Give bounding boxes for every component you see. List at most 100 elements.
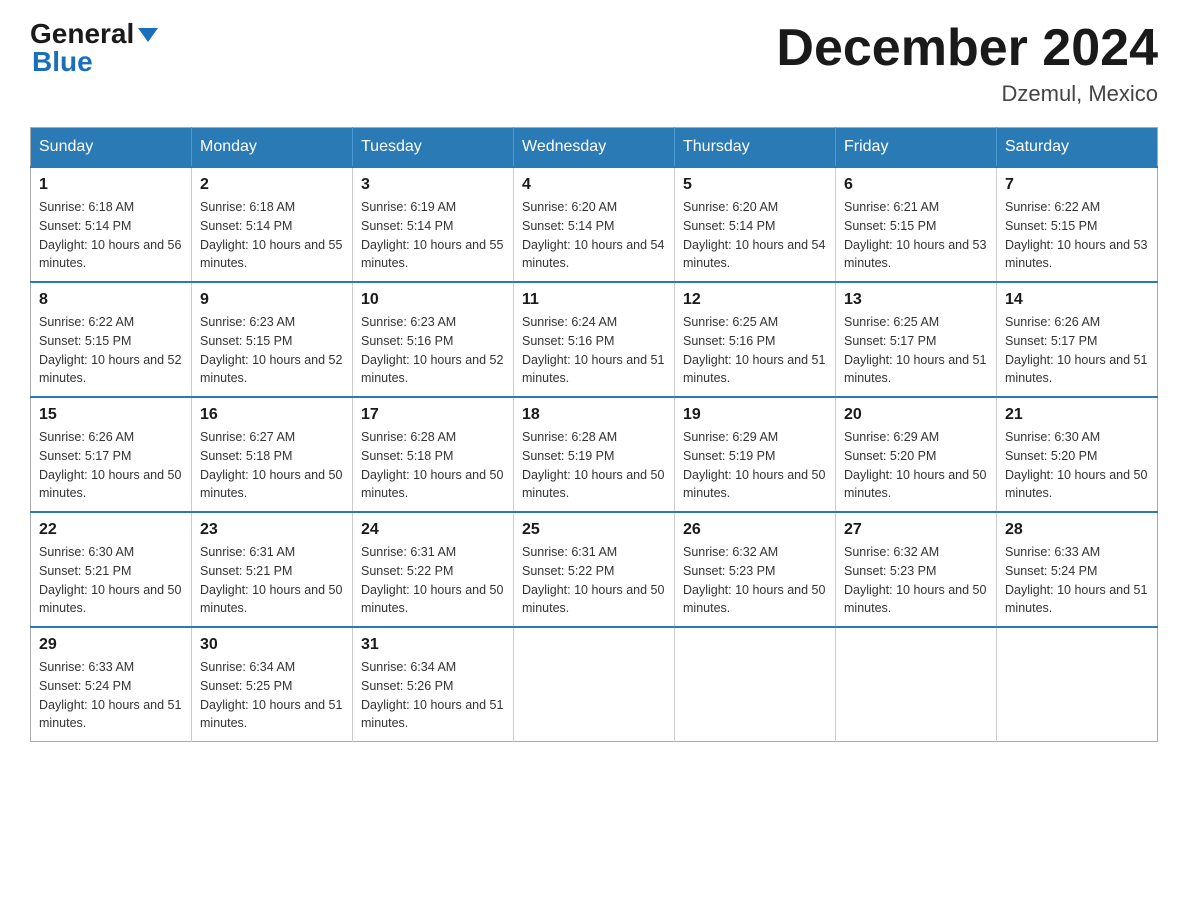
day-number: 17 xyxy=(361,406,505,424)
day-info: Sunrise: 6:22 AMSunset: 5:15 PMDaylight:… xyxy=(1005,198,1149,273)
calendar-subtitle: Dzemul, Mexico xyxy=(776,81,1158,107)
day-number: 10 xyxy=(361,291,505,309)
day-info: Sunrise: 6:24 AMSunset: 5:16 PMDaylight:… xyxy=(522,313,666,388)
day-info: Sunrise: 6:31 AMSunset: 5:22 PMDaylight:… xyxy=(361,543,505,618)
day-info: Sunrise: 6:18 AMSunset: 5:14 PMDaylight:… xyxy=(200,198,344,273)
day-number: 6 xyxy=(844,176,988,194)
calendar-week-row: 15 Sunrise: 6:26 AMSunset: 5:17 PMDayligh… xyxy=(31,397,1158,512)
day-number: 11 xyxy=(522,291,666,309)
calendar-cell: 28 Sunrise: 6:33 AMSunset: 5:24 PMDayligh… xyxy=(997,512,1158,627)
day-info: Sunrise: 6:29 AMSunset: 5:20 PMDaylight:… xyxy=(844,428,988,503)
day-number: 27 xyxy=(844,521,988,539)
day-number: 31 xyxy=(361,636,505,654)
day-number: 22 xyxy=(39,521,183,539)
day-info: Sunrise: 6:21 AMSunset: 5:15 PMDaylight:… xyxy=(844,198,988,273)
calendar-cell: 20 Sunrise: 6:29 AMSunset: 5:20 PMDayligh… xyxy=(836,397,997,512)
day-info: Sunrise: 6:26 AMSunset: 5:17 PMDaylight:… xyxy=(1005,313,1149,388)
day-number: 24 xyxy=(361,521,505,539)
calendar-cell: 19Sunrise: 6:29 AMSunset: 5:19 PMDayligh… xyxy=(675,397,836,512)
calendar-cell: 8Sunrise: 6:22 AMSunset: 5:15 PMDaylight… xyxy=(31,282,192,397)
day-info: Sunrise: 6:30 AMSunset: 5:20 PMDaylight:… xyxy=(1005,428,1149,503)
calendar-cell: 10 Sunrise: 6:23 AMSunset: 5:16 PMDayligh… xyxy=(353,282,514,397)
calendar-cell: 1Sunrise: 6:18 AMSunset: 5:14 PMDaylight… xyxy=(31,167,192,282)
day-info: Sunrise: 6:27 AMSunset: 5:18 PMDaylight:… xyxy=(200,428,344,503)
weekday-header-thursday: Thursday xyxy=(675,128,836,168)
calendar-cell: 5 Sunrise: 6:20 AMSunset: 5:14 PMDaylight… xyxy=(675,167,836,282)
calendar-cell: 15 Sunrise: 6:26 AMSunset: 5:17 PMDayligh… xyxy=(31,397,192,512)
calendar-cell: 27 Sunrise: 6:32 AMSunset: 5:23 PMDayligh… xyxy=(836,512,997,627)
calendar-cell: 3Sunrise: 6:19 AMSunset: 5:14 PMDaylight… xyxy=(353,167,514,282)
weekday-header-saturday: Saturday xyxy=(997,128,1158,168)
day-info: Sunrise: 6:30 AMSunset: 5:21 PMDaylight:… xyxy=(39,543,183,618)
calendar-week-row: 29 Sunrise: 6:33 AMSunset: 5:24 PMDayligh… xyxy=(31,627,1158,742)
day-info: Sunrise: 6:20 AMSunset: 5:14 PMDaylight:… xyxy=(522,198,666,273)
day-number: 29 xyxy=(39,636,183,654)
day-info: Sunrise: 6:19 AMSunset: 5:14 PMDaylight:… xyxy=(361,198,505,273)
day-number: 8 xyxy=(39,291,183,309)
day-number: 16 xyxy=(200,406,344,424)
calendar-cell: 12 Sunrise: 6:25 AMSunset: 5:16 PMDayligh… xyxy=(675,282,836,397)
day-number: 5 xyxy=(683,176,827,194)
calendar-table: SundayMondayTuesdayWednesdayThursdayFrid… xyxy=(30,127,1158,742)
day-number: 28 xyxy=(1005,521,1149,539)
weekday-header-wednesday: Wednesday xyxy=(514,128,675,168)
day-info: Sunrise: 6:28 AMSunset: 5:19 PMDaylight:… xyxy=(522,428,666,503)
day-info: Sunrise: 6:32 AMSunset: 5:23 PMDaylight:… xyxy=(683,543,827,618)
page-header: General Blue December 2024 Dzemul, Mexic… xyxy=(30,20,1158,107)
calendar-cell: 16 Sunrise: 6:27 AMSunset: 5:18 PMDayligh… xyxy=(192,397,353,512)
calendar-cell: 25 Sunrise: 6:31 AMSunset: 5:22 PMDayligh… xyxy=(514,512,675,627)
day-info: Sunrise: 6:23 AMSunset: 5:15 PMDaylight:… xyxy=(200,313,344,388)
calendar-cell: 18 Sunrise: 6:28 AMSunset: 5:19 PMDayligh… xyxy=(514,397,675,512)
day-info: Sunrise: 6:25 AMSunset: 5:16 PMDaylight:… xyxy=(683,313,827,388)
calendar-cell: 14 Sunrise: 6:26 AMSunset: 5:17 PMDayligh… xyxy=(997,282,1158,397)
day-info: Sunrise: 6:34 AMSunset: 5:25 PMDaylight:… xyxy=(200,658,344,733)
calendar-cell: 24 Sunrise: 6:31 AMSunset: 5:22 PMDayligh… xyxy=(353,512,514,627)
day-number: 18 xyxy=(522,406,666,424)
calendar-week-row: 8Sunrise: 6:22 AMSunset: 5:15 PMDaylight… xyxy=(31,282,1158,397)
calendar-title: December 2024 xyxy=(776,20,1158,77)
day-number: 9 xyxy=(200,291,344,309)
logo: General Blue xyxy=(30,20,158,76)
day-info: Sunrise: 6:31 AMSunset: 5:21 PMDaylight:… xyxy=(200,543,344,618)
calendar-cell: 2Sunrise: 6:18 AMSunset: 5:14 PMDaylight… xyxy=(192,167,353,282)
day-info: Sunrise: 6:28 AMSunset: 5:18 PMDaylight:… xyxy=(361,428,505,503)
weekday-header-sunday: Sunday xyxy=(31,128,192,168)
weekday-header-friday: Friday xyxy=(836,128,997,168)
calendar-cell xyxy=(675,627,836,742)
day-info: Sunrise: 6:34 AMSunset: 5:26 PMDaylight:… xyxy=(361,658,505,733)
day-info: Sunrise: 6:20 AMSunset: 5:14 PMDaylight:… xyxy=(683,198,827,273)
day-number: 20 xyxy=(844,406,988,424)
calendar-cell xyxy=(836,627,997,742)
day-info: Sunrise: 6:23 AMSunset: 5:16 PMDaylight:… xyxy=(361,313,505,388)
day-number: 7 xyxy=(1005,176,1149,194)
day-info: Sunrise: 6:31 AMSunset: 5:22 PMDaylight:… xyxy=(522,543,666,618)
calendar-cell: 26Sunrise: 6:32 AMSunset: 5:23 PMDayligh… xyxy=(675,512,836,627)
day-info: Sunrise: 6:29 AMSunset: 5:19 PMDaylight:… xyxy=(683,428,827,503)
day-number: 15 xyxy=(39,406,183,424)
day-number: 14 xyxy=(1005,291,1149,309)
day-number: 23 xyxy=(200,521,344,539)
calendar-cell xyxy=(514,627,675,742)
day-info: Sunrise: 6:18 AMSunset: 5:14 PMDaylight:… xyxy=(39,198,183,273)
day-number: 25 xyxy=(522,521,666,539)
logo-general-text: General xyxy=(30,20,134,48)
day-info: Sunrise: 6:32 AMSunset: 5:23 PMDaylight:… xyxy=(844,543,988,618)
title-block: December 2024 Dzemul, Mexico xyxy=(776,20,1158,107)
calendar-week-row: 1Sunrise: 6:18 AMSunset: 5:14 PMDaylight… xyxy=(31,167,1158,282)
calendar-week-row: 22 Sunrise: 6:30 AMSunset: 5:21 PMDayligh… xyxy=(31,512,1158,627)
calendar-cell: 4Sunrise: 6:20 AMSunset: 5:14 PMDaylight… xyxy=(514,167,675,282)
day-number: 13 xyxy=(844,291,988,309)
day-info: Sunrise: 6:33 AMSunset: 5:24 PMDaylight:… xyxy=(39,658,183,733)
calendar-cell xyxy=(997,627,1158,742)
weekday-header-row: SundayMondayTuesdayWednesdayThursdayFrid… xyxy=(31,128,1158,168)
calendar-cell: 23 Sunrise: 6:31 AMSunset: 5:21 PMDayligh… xyxy=(192,512,353,627)
calendar-cell: 9 Sunrise: 6:23 AMSunset: 5:15 PMDaylight… xyxy=(192,282,353,397)
calendar-cell: 17 Sunrise: 6:28 AMSunset: 5:18 PMDayligh… xyxy=(353,397,514,512)
weekday-header-monday: Monday xyxy=(192,128,353,168)
day-info: Sunrise: 6:33 AMSunset: 5:24 PMDaylight:… xyxy=(1005,543,1149,618)
day-number: 12 xyxy=(683,291,827,309)
calendar-cell: 11 Sunrise: 6:24 AMSunset: 5:16 PMDayligh… xyxy=(514,282,675,397)
day-info: Sunrise: 6:26 AMSunset: 5:17 PMDaylight:… xyxy=(39,428,183,503)
calendar-cell: 22 Sunrise: 6:30 AMSunset: 5:21 PMDayligh… xyxy=(31,512,192,627)
calendar-cell: 7 Sunrise: 6:22 AMSunset: 5:15 PMDaylight… xyxy=(997,167,1158,282)
